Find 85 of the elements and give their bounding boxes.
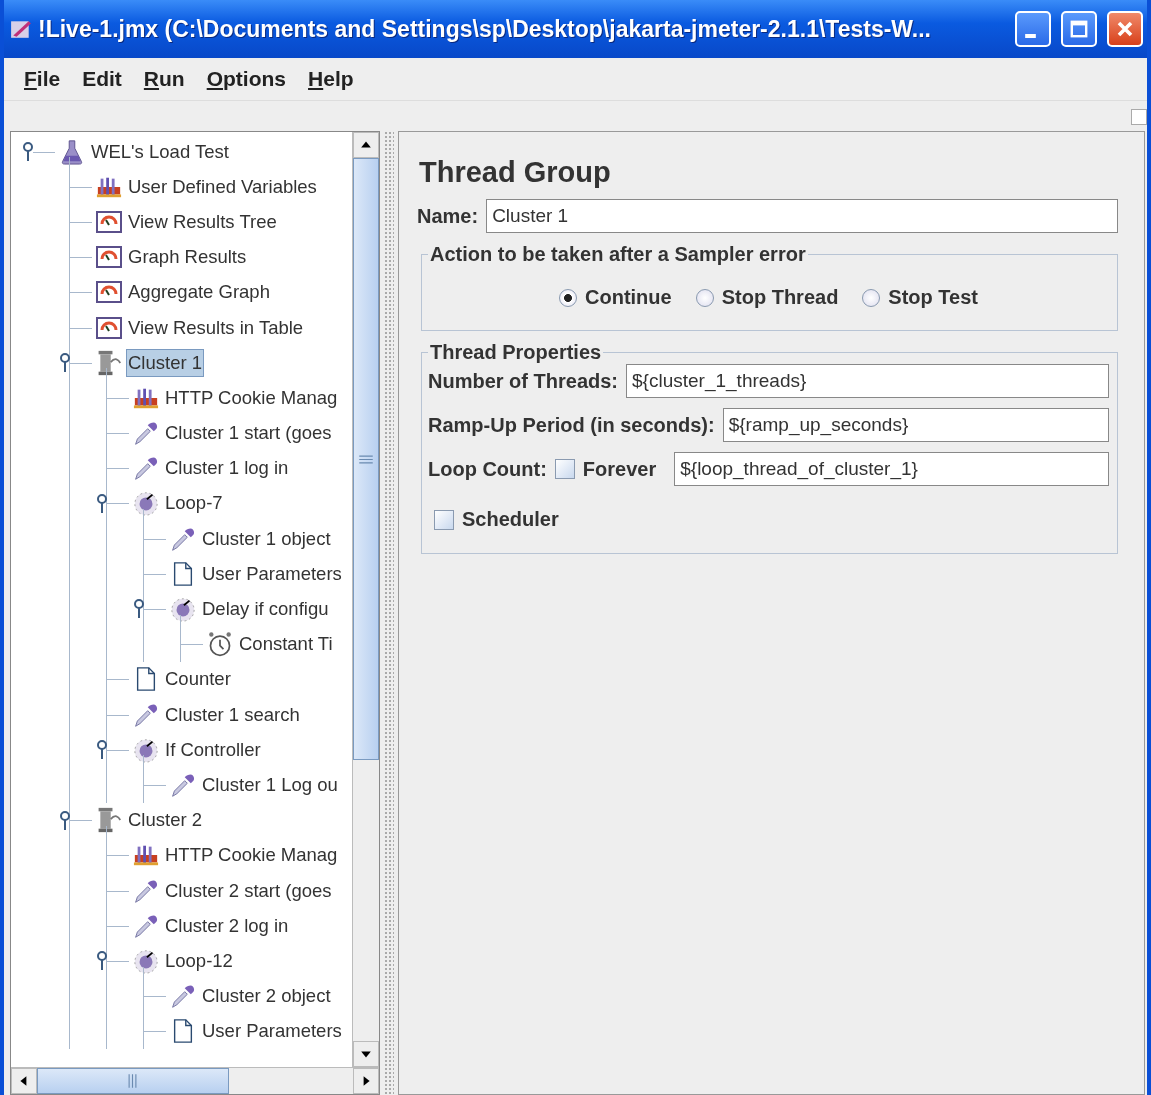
tree-item[interactable]: Graph Results bbox=[126, 243, 249, 272]
window-title: !Live-1.jmx (C:\Documents and Settings\sp\Desktop\jakarta-jmeter-2.1.1\Tests-W... bbox=[38, 15, 932, 43]
tree-item[interactable]: If Controller bbox=[163, 735, 263, 764]
menu-item[interactable]: Help bbox=[308, 67, 354, 91]
name-label: Name: bbox=[417, 204, 479, 228]
feather-icon bbox=[10, 18, 32, 40]
stopwatch-icon bbox=[207, 631, 233, 658]
group-title: Thread Properties bbox=[429, 341, 603, 364]
expand-handle-icon[interactable] bbox=[96, 950, 108, 973]
tree-item[interactable]: Counter bbox=[163, 665, 233, 694]
grip-icon[interactable] bbox=[128, 1074, 137, 1088]
toolbar-toggle[interactable] bbox=[1131, 109, 1147, 125]
expand-handle-icon[interactable] bbox=[96, 739, 108, 762]
minimize-icon bbox=[1025, 34, 1036, 38]
dropper-icon bbox=[133, 455, 159, 482]
tree-item[interactable]: Constant Ti bbox=[237, 630, 335, 659]
tree-item[interactable]: Aggregate Graph bbox=[126, 278, 272, 307]
radio-button[interactable] bbox=[695, 288, 714, 307]
tree-item[interactable]: Cluster 2 bbox=[126, 806, 205, 835]
menu-item[interactable]: File bbox=[24, 67, 61, 91]
dial-icon bbox=[133, 736, 159, 763]
ramp-up-field[interactable]: ${ramp_up_seconds} bbox=[722, 408, 1109, 442]
gauge-icon bbox=[96, 208, 122, 235]
vertical-scrollbar[interactable] bbox=[352, 132, 379, 1067]
expand-handle-icon[interactable] bbox=[22, 141, 34, 163]
checkbox[interactable] bbox=[554, 459, 575, 479]
tree-item[interactable]: View Results Tree bbox=[126, 207, 279, 236]
loop-count-field[interactable]: ${loop_thread_of_cluster_1} bbox=[674, 452, 1109, 486]
expand-handle-icon[interactable] bbox=[133, 598, 145, 621]
grip-icon[interactable] bbox=[359, 454, 373, 464]
tree-item[interactable]: Cluster 2 object bbox=[200, 982, 333, 1011]
tree-item[interactable]: User Parameters bbox=[200, 1017, 344, 1046]
radio-button[interactable] bbox=[559, 288, 577, 307]
dropper-icon bbox=[133, 420, 159, 447]
menu-item[interactable]: Edit bbox=[82, 67, 122, 91]
field-label: Loop Count: bbox=[428, 457, 547, 481]
tree-item[interactable]: Delay if configu bbox=[200, 595, 331, 624]
dial-icon bbox=[170, 596, 196, 623]
expand-handle-icon[interactable] bbox=[96, 492, 108, 515]
tree-item[interactable]: Cluster 1 bbox=[126, 348, 205, 377]
menu-item[interactable]: Run bbox=[143, 67, 185, 91]
panel-title: Thread Group bbox=[419, 156, 612, 189]
minimize-button[interactable] bbox=[1015, 11, 1051, 47]
tree-item[interactable]: HTTP Cookie Manag bbox=[163, 383, 340, 412]
tree-item[interactable]: Cluster 2 log in bbox=[163, 911, 291, 940]
name-field[interactable]: Cluster 1 bbox=[486, 199, 1118, 233]
radio-label[interactable]: Stop Test bbox=[888, 286, 978, 309]
menu-item[interactable]: Options bbox=[206, 67, 287, 91]
tree-item[interactable]: Cluster 1 search bbox=[163, 700, 302, 729]
radio-label[interactable]: Stop Thread bbox=[721, 286, 839, 309]
tree-item[interactable]: User Parameters bbox=[200, 559, 344, 588]
expand-handle-icon[interactable] bbox=[59, 352, 71, 375]
tree-item[interactable]: Loop-12 bbox=[163, 946, 235, 975]
dropper-icon bbox=[170, 983, 196, 1010]
tree-item[interactable]: Cluster 1 log in bbox=[163, 454, 291, 483]
dial-icon bbox=[133, 947, 159, 974]
horizontal-scrollbar[interactable] bbox=[11, 1067, 379, 1094]
gauge-icon bbox=[96, 314, 122, 341]
tree-item[interactable]: Cluster 2 start (goes bbox=[163, 876, 334, 905]
tree-item[interactable]: WEL's Load Test bbox=[89, 137, 231, 166]
checkbox[interactable] bbox=[434, 509, 454, 530]
gauge-icon bbox=[96, 244, 122, 271]
dial-icon bbox=[133, 490, 159, 517]
radio-label[interactable]: Continue bbox=[585, 286, 672, 309]
tree-item[interactable]: Cluster 1 object bbox=[200, 524, 333, 553]
tree-item[interactable]: Loop-7 bbox=[163, 489, 225, 518]
tree-item[interactable]: Cluster 1 Log ou bbox=[200, 770, 340, 799]
field-label: Number of Threads: bbox=[428, 369, 619, 393]
checkbox-label[interactable]: Scheduler bbox=[462, 508, 559, 531]
radio-button[interactable] bbox=[862, 288, 881, 307]
flask-icon bbox=[59, 138, 85, 165]
threads-field[interactable]: ${cluster_1_threads} bbox=[626, 364, 1109, 398]
maximize-button[interactable] bbox=[1061, 11, 1097, 47]
field-label: Ramp-Up Period (in seconds): bbox=[428, 413, 715, 437]
tree-item[interactable]: User Defined Variables bbox=[126, 172, 319, 201]
spool-icon bbox=[96, 807, 122, 834]
group-title: Action to be taken after a Sampler error bbox=[429, 243, 807, 266]
close-button[interactable] bbox=[1107, 11, 1143, 47]
tree-item[interactable]: HTTP Cookie Manag bbox=[163, 841, 340, 870]
gauge-icon bbox=[96, 279, 122, 306]
expand-handle-icon[interactable] bbox=[59, 809, 71, 832]
tree-item[interactable]: View Results in Table bbox=[126, 313, 306, 342]
spool-icon bbox=[96, 349, 122, 376]
checkbox-label[interactable]: Forever bbox=[582, 457, 657, 481]
tree-item[interactable]: Cluster 1 start (goes bbox=[163, 419, 334, 448]
